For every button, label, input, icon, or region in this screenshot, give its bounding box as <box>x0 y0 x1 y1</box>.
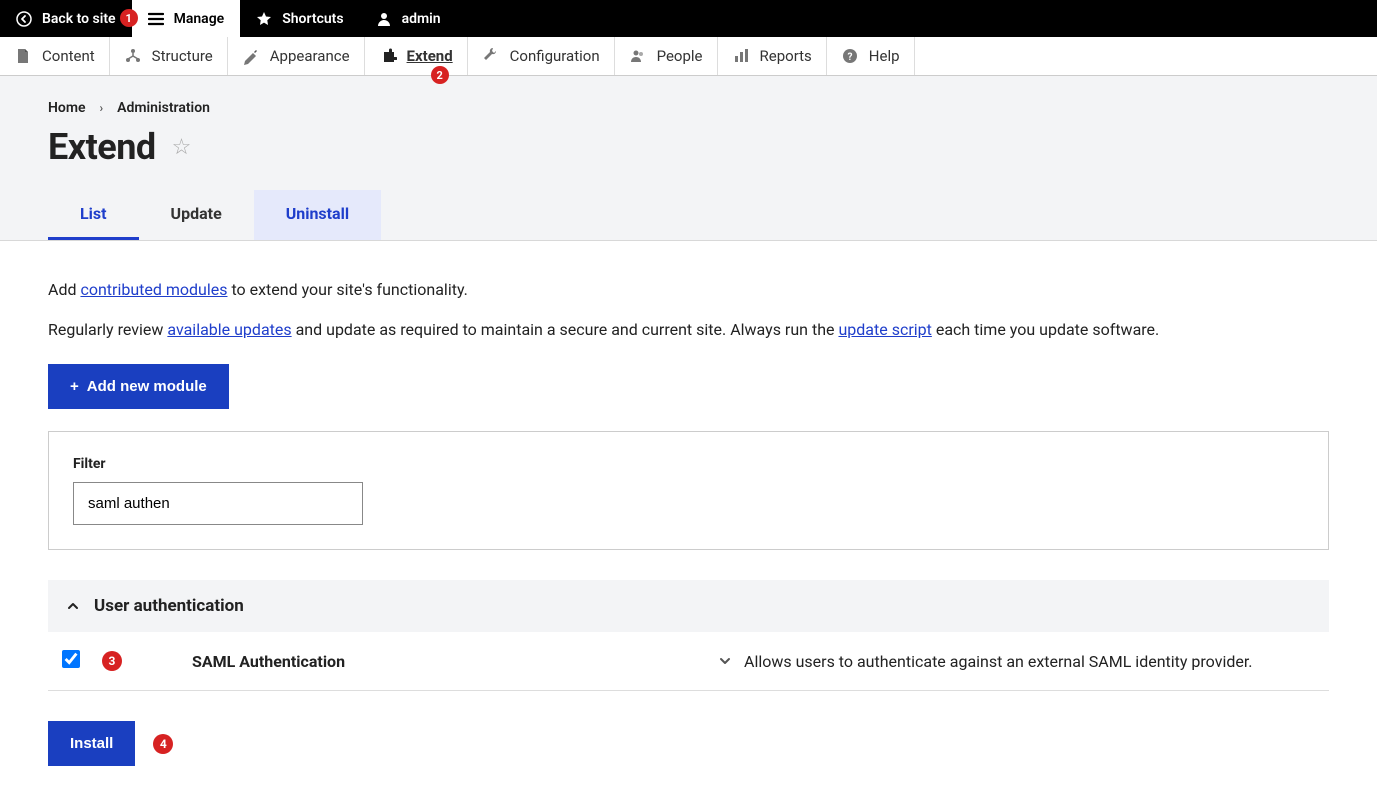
menu-extend[interactable]: Extend 2 <box>365 37 468 75</box>
svg-text:?: ? <box>847 52 852 63</box>
menu-structure-label: Structure <box>152 47 213 65</box>
page-title: Extend <box>48 126 156 168</box>
chevron-up-icon <box>66 599 80 613</box>
menu-reports[interactable]: Reports <box>718 37 827 75</box>
menu-help[interactable]: ? Help <box>827 37 915 75</box>
menu-content[interactable]: Content <box>0 37 110 75</box>
manage-label: Manage <box>174 11 225 27</box>
menu-configuration-label: Configuration <box>510 47 600 65</box>
menu-extend-label: Extend <box>407 47 453 65</box>
plus-icon: + <box>70 378 79 395</box>
section-header-user-auth[interactable]: User authentication <box>48 580 1329 632</box>
step-badge-2: 2 <box>431 66 449 84</box>
people-icon <box>629 47 647 65</box>
chevron-down-icon[interactable] <box>718 654 732 668</box>
intro-paragraph-1: Add contributed modules to extend your s… <box>48 277 1329 303</box>
link-contributed-modules[interactable]: contributed modules <box>80 280 227 299</box>
user-menu[interactable]: admin <box>360 0 457 37</box>
filter-box: Filter <box>48 431 1329 550</box>
back-to-site-label: Back to site <box>42 11 116 27</box>
step-badge-3: 3 <box>102 651 122 671</box>
install-button-label: Install <box>70 735 113 752</box>
step-badge-1: 1 <box>120 9 138 27</box>
wrench-icon <box>482 47 500 65</box>
back-to-site[interactable]: Back to site 1 <box>0 0 132 37</box>
manage-menu[interactable]: Manage <box>132 0 241 37</box>
shortcuts-menu[interactable]: Shortcuts <box>240 0 359 37</box>
admin-toolbar: Content Structure Appearance Extend 2 Co… <box>0 37 1377 76</box>
breadcrumb: Home › Administration <box>0 100 1377 116</box>
tab-list[interactable]: List <box>48 190 139 240</box>
reports-icon <box>732 47 750 65</box>
extend-icon <box>379 47 397 65</box>
menu-appearance-label: Appearance <box>270 47 350 65</box>
menu-content-label: Content <box>42 47 95 65</box>
menu-appearance[interactable]: Appearance <box>228 37 365 75</box>
content-icon <box>14 47 32 65</box>
menu-help-label: Help <box>869 47 900 65</box>
user-label: admin <box>402 11 441 27</box>
menu-configuration[interactable]: Configuration <box>468 37 615 75</box>
top-toolbar: Back to site 1 Manage Shortcuts admin <box>0 0 1377 37</box>
breadcrumb-sep: › <box>100 101 104 115</box>
module-description: Allows users to authenticate against an … <box>744 652 1253 671</box>
module-checkbox[interactable] <box>62 650 80 668</box>
breadcrumb-home[interactable]: Home <box>48 100 86 116</box>
tab-uninstall[interactable]: Uninstall <box>254 190 381 240</box>
help-icon: ? <box>841 47 859 65</box>
filter-input[interactable] <box>73 482 363 525</box>
shortcuts-label: Shortcuts <box>282 11 343 27</box>
add-new-module-button[interactable]: + Add new module <box>48 364 229 409</box>
module-row: 3 SAML Authentication Allows users to au… <box>48 632 1329 691</box>
section-title: User authentication <box>94 596 244 616</box>
menu-structure[interactable]: Structure <box>110 37 228 75</box>
step-badge-4: 4 <box>153 734 173 754</box>
back-arrow-icon <box>16 11 32 27</box>
tabs: List Update Uninstall <box>0 190 1377 241</box>
tab-update[interactable]: Update <box>139 190 254 240</box>
install-button[interactable]: Install <box>48 721 135 766</box>
appearance-icon <box>242 47 260 65</box>
content-region: Add contributed modules to extend your s… <box>0 241 1377 802</box>
page-header-region: Home › Administration Extend ☆ List Upda… <box>0 76 1377 241</box>
breadcrumb-admin[interactable]: Administration <box>117 100 210 116</box>
menu-people-label: People <box>657 47 703 65</box>
favorite-star-icon[interactable]: ☆ <box>172 135 192 160</box>
intro-paragraph-2: Regularly review available updates and u… <box>48 317 1329 343</box>
menu-people[interactable]: People <box>615 37 718 75</box>
user-icon <box>376 11 392 27</box>
link-available-updates[interactable]: available updates <box>167 320 291 339</box>
hamburger-icon <box>148 11 164 27</box>
link-update-script[interactable]: update script <box>838 320 931 339</box>
menu-reports-label: Reports <box>760 47 812 65</box>
star-filled-icon <box>256 11 272 27</box>
add-new-module-label: Add new module <box>87 378 207 395</box>
module-name: SAML Authentication <box>140 652 700 671</box>
structure-icon <box>124 47 142 65</box>
filter-label: Filter <box>73 456 1304 472</box>
